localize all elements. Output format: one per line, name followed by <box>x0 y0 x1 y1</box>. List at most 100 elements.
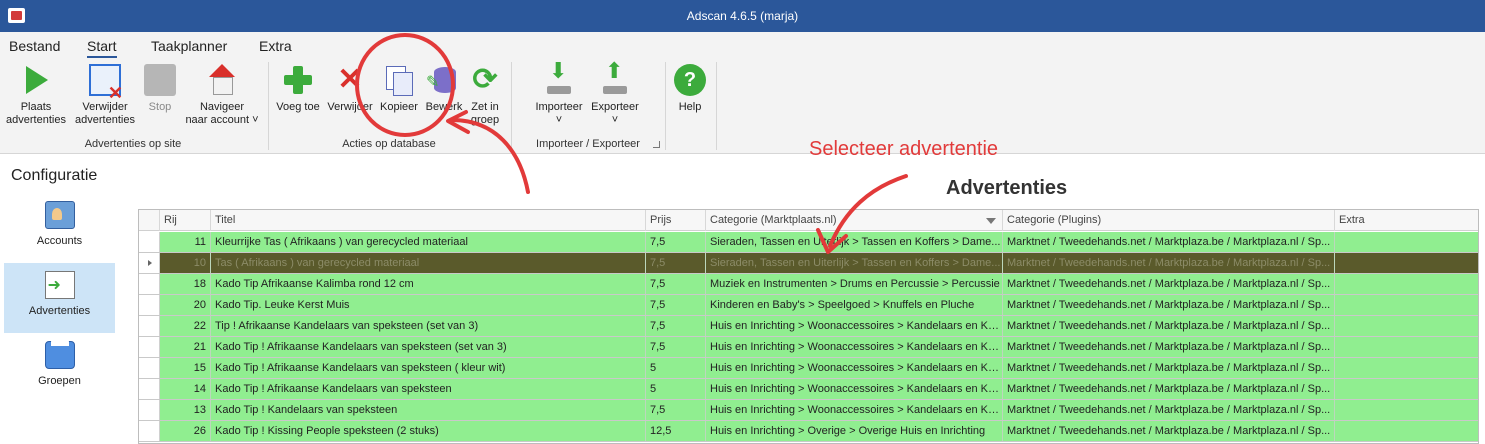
cell-prijs[interactable]: 7,5 <box>646 316 706 336</box>
tab-bestand[interactable]: Bestand <box>9 38 60 54</box>
cell-rij[interactable]: 26 <box>160 421 211 441</box>
cell-categorie-marktplaats[interactable]: Huis en Inrichting > Overige > Overige H… <box>706 421 1003 441</box>
cell-rij[interactable]: 11 <box>160 232 211 252</box>
row-header[interactable] <box>139 337 160 357</box>
cell-rij[interactable]: 15 <box>160 358 211 378</box>
table-row[interactable]: 20 Kado Tip. Leuke Kerst Muis 7,5 Kinderen … <box>139 295 1478 316</box>
cell-categorie-plugins[interactable]: Marktnet / Tweedehands.net / Marktplaza.… <box>1003 400 1335 420</box>
bewerk-button[interactable]: Bewerk <box>424 64 464 114</box>
help-button[interactable]: ? Help <box>672 64 708 114</box>
cell-titel[interactable]: Kado Tip ! Afrikaanse Kandelaars van spe… <box>211 337 646 357</box>
row-header[interactable] <box>139 400 160 420</box>
cell-categorie-marktplaats[interactable]: Sieraden, Tassen en Uiterlijk > Tassen e… <box>706 253 1003 273</box>
cell-rij[interactable]: 13 <box>160 400 211 420</box>
kopieer-button[interactable]: Kopieer <box>377 64 421 114</box>
cell-rij[interactable]: 18 <box>160 274 211 294</box>
cell-categorie-plugins[interactable]: Marktnet / Tweedehands.net / Marktplaza.… <box>1003 379 1335 399</box>
cell-categorie-marktplaats[interactable]: Sieraden, Tassen en Uiterlijk > Tassen e… <box>706 232 1003 252</box>
cell-titel[interactable]: Tip ! Afrikaanse Kandelaars van spekstee… <box>211 316 646 336</box>
cell-titel[interactable]: Tas ( Afrikaans ) van gerecycled materia… <box>211 253 646 273</box>
cell-categorie-plugins[interactable]: Marktnet / Tweedehands.net / Marktplaza.… <box>1003 232 1335 252</box>
row-header[interactable] <box>139 295 160 315</box>
cell-categorie-plugins[interactable]: Marktnet / Tweedehands.net / Marktplaza.… <box>1003 295 1335 315</box>
cell-extra[interactable] <box>1335 295 1478 315</box>
tab-start[interactable]: Start <box>87 38 117 58</box>
cell-categorie-marktplaats[interactable]: Huis en Inrichting > Woonaccessoires > K… <box>706 316 1003 336</box>
table-row[interactable]: 13 Kado Tip ! Kandelaars van speksteen 7,… <box>139 400 1478 421</box>
cell-categorie-plugins[interactable]: Marktnet / Tweedehands.net / Marktplaza.… <box>1003 337 1335 357</box>
cell-extra[interactable] <box>1335 337 1478 357</box>
cell-categorie-marktplaats[interactable]: Kinderen en Baby's > Speelgoed > Knuffel… <box>706 295 1003 315</box>
cell-titel[interactable]: Kado Tip ! Kandelaars van speksteen <box>211 400 646 420</box>
cell-categorie-plugins[interactable]: Marktnet / Tweedehands.net / Marktplaza.… <box>1003 358 1335 378</box>
table-row[interactable]: 22 Tip ! Afrikaanse Kandelaars van speks… <box>139 316 1478 337</box>
cell-rij[interactable]: 20 <box>160 295 211 315</box>
cell-categorie-plugins[interactable]: Marktnet / Tweedehands.net / Marktplaza.… <box>1003 253 1335 273</box>
column-header-rij[interactable]: Rij <box>160 210 211 231</box>
cell-categorie-marktplaats[interactable]: Huis en Inrichting > Woonaccessoires > K… <box>706 400 1003 420</box>
cell-extra[interactable] <box>1335 232 1478 252</box>
voeg-toe-button[interactable]: Voeg toe <box>274 64 322 114</box>
advertenties-grid[interactable]: Rij Titel Prijs Categorie (Marktplaats.n… <box>138 209 1479 444</box>
column-header-categorie-plugins[interactable]: Categorie (Plugins) <box>1003 210 1335 231</box>
cell-prijs[interactable]: 7,5 <box>646 295 706 315</box>
row-header[interactable] <box>139 232 160 252</box>
cell-prijs[interactable]: 7,5 <box>646 253 706 273</box>
column-header-extra[interactable]: Extra <box>1335 210 1478 231</box>
row-header[interactable] <box>139 421 160 441</box>
cell-extra[interactable] <box>1335 421 1478 441</box>
cell-extra[interactable] <box>1335 316 1478 336</box>
tab-extra[interactable]: Extra <box>259 38 292 54</box>
cell-rij[interactable]: 22 <box>160 316 211 336</box>
column-header-categorie-marktplaats[interactable]: Categorie (Marktplaats.nl) <box>706 210 1003 231</box>
cell-categorie-marktplaats[interactable]: Huis en Inrichting > Woonaccessoires > K… <box>706 337 1003 357</box>
cell-extra[interactable] <box>1335 358 1478 378</box>
cell-categorie-plugins[interactable]: Marktnet / Tweedehands.net / Marktplaza.… <box>1003 274 1335 294</box>
table-row[interactable]: 18 Kado Tip Afrikaanse Kalimba rond 12 cm… <box>139 274 1478 295</box>
cell-titel[interactable]: Kleurrijke Tas ( Afrikaans ) van gerecyc… <box>211 232 646 252</box>
cell-titel[interactable]: Kado Tip ! Afrikaanse Kandelaars van spe… <box>211 358 646 378</box>
cell-categorie-plugins[interactable]: Marktnet / Tweedehands.net / Marktplaza.… <box>1003 421 1335 441</box>
table-row[interactable]: 10 Tas ( Afrikaans ) van gerecycled mater… <box>139 253 1478 274</box>
cell-titel[interactable]: Kado Tip ! Kissing People speksteen (2 s… <box>211 421 646 441</box>
stop-button[interactable]: Stop <box>140 64 180 114</box>
row-header[interactable] <box>139 316 160 336</box>
nav-item-accounts[interactable]: Accounts <box>4 193 115 263</box>
table-row[interactable]: 21 Kado Tip ! Afrikaanse Kandelaars van s… <box>139 337 1478 358</box>
exporteer-button[interactable]: Exporteer ˅ <box>587 64 643 127</box>
cell-prijs[interactable]: 5 <box>646 358 706 378</box>
row-header[interactable] <box>139 358 160 378</box>
cell-prijs[interactable]: 7,5 <box>646 400 706 420</box>
table-row[interactable]: 11 Kleurrijke Tas ( Afrikaans ) van gerec… <box>139 232 1478 253</box>
cell-prijs[interactable]: 12,5 <box>646 421 706 441</box>
cell-categorie-marktplaats[interactable]: Huis en Inrichting > Woonaccessoires > K… <box>706 358 1003 378</box>
cell-rij[interactable]: 14 <box>160 379 211 399</box>
table-row[interactable]: 14 Kado Tip ! Afrikaanse Kandelaars van … <box>139 379 1478 400</box>
cell-titel[interactable]: Kado Tip ! Afrikaanse Kandelaars van spe… <box>211 379 646 399</box>
verwijder-advertenties-button[interactable]: Verwijder advertenties <box>72 64 138 127</box>
dialog-launcher-icon[interactable] <box>653 141 660 148</box>
cell-prijs[interactable]: 7,5 <box>646 232 706 252</box>
cell-extra[interactable] <box>1335 274 1478 294</box>
cell-extra[interactable] <box>1335 379 1478 399</box>
nav-item-advertenties[interactable]: Advertenties <box>4 263 115 333</box>
zet-in-groep-button[interactable]: ⟳ Zet in groep <box>466 64 504 127</box>
cell-extra[interactable] <box>1335 400 1478 420</box>
table-row[interactable]: 15 Kado Tip ! Afrikaanse Kandelaars van … <box>139 358 1478 379</box>
tab-taakplanner[interactable]: Taakplanner <box>151 38 227 54</box>
row-header[interactable] <box>139 379 160 399</box>
table-row[interactable]: 26 Kado Tip ! Kissing People speksteen (… <box>139 421 1478 442</box>
cell-titel[interactable]: Kado Tip. Leuke Kerst Muis <box>211 295 646 315</box>
cell-titel[interactable]: Kado Tip Afrikaanse Kalimba rond 12 cm <box>211 274 646 294</box>
nav-item-groepen[interactable]: Groepen <box>4 333 115 403</box>
cell-categorie-marktplaats[interactable]: Muziek en Instrumenten > Drums en Percus… <box>706 274 1003 294</box>
cell-rij[interactable]: 21 <box>160 337 211 357</box>
importeer-button[interactable]: Importeer ˅ <box>531 64 587 127</box>
cell-extra[interactable] <box>1335 253 1478 273</box>
column-header-prijs[interactable]: Prijs <box>646 210 706 231</box>
verwijder-button[interactable]: ✕ Verwijder <box>326 64 374 114</box>
cell-prijs[interactable]: 7,5 <box>646 274 706 294</box>
plaats-advertenties-button[interactable]: Plaats advertenties <box>4 64 68 127</box>
row-header[interactable] <box>139 274 160 294</box>
cell-categorie-plugins[interactable]: Marktnet / Tweedehands.net / Marktplaza.… <box>1003 316 1335 336</box>
